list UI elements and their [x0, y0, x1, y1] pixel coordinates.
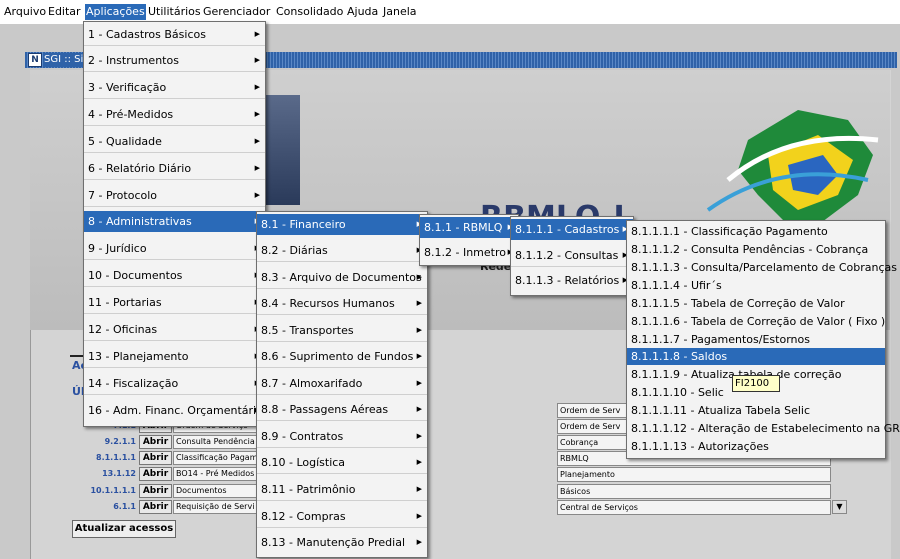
menu-item-cadastros[interactable]: 8.1.1.1 - Cadastros▶: [511, 219, 633, 240]
update-access-button[interactable]: Atualizar acessos: [72, 520, 176, 538]
menu-item[interactable]: 5 - Qualidade ▶: [84, 131, 265, 153]
menu-item[interactable]: 8.1.1.2 - Consultas▶: [511, 245, 633, 267]
window-title: SGI :: Si: [44, 53, 87, 67]
menu-item[interactable]: 10 - Documentos▶: [84, 265, 265, 287]
menu-utilitarios[interactable]: Utilitários: [147, 4, 202, 20]
menu-administrativas-submenu: 8.1 - Financeiro▶ 8.2 - Diárias▶ 8.3 - A…: [256, 211, 428, 558]
menu-item[interactable]: 8.3 - Arquivo de Documentos ▶: [257, 267, 427, 289]
chevron-right-icon: ▶: [254, 191, 260, 199]
menu-item[interactable]: 8.1.1.1.3 - Consulta/Parcelamento de Cob…: [627, 259, 897, 276]
row-name-field[interactable]: Documentos: [173, 484, 263, 498]
menu-item[interactable]: 14 - Fiscalização▶: [84, 373, 265, 395]
row-code: 13.1.12: [102, 469, 136, 478]
menu-item-rbmlq[interactable]: 8.1.1 - RBMLQ▶: [420, 217, 518, 238]
menu-item[interactable]: 16 - Adm. Financ. Orçamentária▶: [84, 400, 265, 421]
chevron-right-icon: ▶: [416, 405, 422, 413]
row-code: 6.1.1: [113, 502, 136, 511]
menu-item[interactable]: 8.9 - Contratos ▶: [257, 426, 427, 448]
menu-item-saldos[interactable]: 8.1.1.1.8 - Saldos: [627, 348, 885, 365]
chevron-right-icon: ▶: [416, 299, 422, 307]
menu-item[interactable]: 8.2 - Diárias▶: [257, 240, 427, 262]
menu-item[interactable]: 8.1.1.3 - Relatórios▶: [511, 270, 633, 291]
right-field[interactable]: Básicos: [557, 484, 831, 499]
open-button[interactable]: Abrir: [139, 467, 172, 481]
menu-editar[interactable]: Editar: [47, 4, 82, 20]
menu-item[interactable]: 8.4 - Recursos Humanos ▶: [257, 293, 427, 315]
right-field[interactable]: Central de Serviços: [557, 500, 831, 515]
menu-item[interactable]: 8.1.1.1.1 - Classificação Pagamento: [627, 223, 885, 240]
menu-aplicacoes-dropdown: 1 - Cadastros Básicos ▶ 2 - Instrumentos ▶…: [83, 21, 266, 427]
menu-janela[interactable]: Janela: [382, 4, 418, 20]
menu-item-financeiro[interactable]: 8.1 - Financeiro▶: [257, 214, 427, 235]
menu-item[interactable]: 8.10 - Logística ▶: [257, 452, 427, 474]
open-button[interactable]: Abrir: [139, 484, 172, 498]
brazil-map-logo: [706, 110, 879, 225]
menu-consolidado[interactable]: Consolidado: [275, 4, 344, 20]
open-button[interactable]: Abrir: [139, 500, 172, 514]
chevron-right-icon: ▶: [254, 56, 260, 64]
row-name-field[interactable]: Classificação Pagam: [173, 451, 263, 465]
menu-item[interactable]: 8.1.1.1.6 - Tabela de Correção de Valor …: [627, 313, 885, 330]
menu-item[interactable]: 8.11 - Patrimônio ▶: [257, 479, 427, 501]
menu-item-administrativas[interactable]: 8 - Administrativas▶: [84, 211, 265, 232]
menu-arquivo[interactable]: Arquivo: [3, 4, 47, 20]
row-code: 9.2.1.1: [104, 437, 136, 446]
menu-rbmlq-submenu: 8.1.1.1 - Cadastros▶ 8.1.1.2 - Consultas…: [510, 216, 634, 296]
menu-item[interactable]: 4 - Pré-Medidos ▶: [84, 104, 265, 126]
menu-item[interactable]: 12 - Oficinas▶: [84, 319, 265, 341]
tooltip: FI2100: [732, 375, 780, 392]
menu-item[interactable]: 8.7 - Almoxarifado ▶: [257, 373, 427, 395]
menu-item[interactable]: 1 - Cadastros Básicos ▶: [84, 24, 265, 46]
chevron-right-icon: ▶: [416, 485, 422, 493]
row-name-field[interactable]: BO14 - Pré Medidos: [173, 467, 263, 481]
right-field[interactable]: Planejamento: [557, 467, 831, 482]
menu-ajuda[interactable]: Ajuda: [346, 4, 379, 20]
app-icon: N: [28, 53, 42, 67]
chevron-right-icon: ▶: [254, 30, 260, 38]
menu-item[interactable]: 8.1.1.1.2 - Consulta Pendências - Cobran…: [627, 241, 885, 258]
menu-item[interactable]: 8.1.1.1.7 - Pagamentos/Estornos: [627, 331, 885, 348]
row-code: 10.1.1.1.1: [90, 486, 136, 495]
menu-item[interactable]: 8.13 - Manutenção Predial ▶: [257, 532, 427, 553]
menu-aplicacoes[interactable]: Aplicações: [85, 4, 146, 20]
chevron-right-icon: ▶: [416, 352, 422, 360]
menu-item[interactable]: 8.6 - Suprimento de Fundos ▶: [257, 346, 427, 368]
menu-financeiro-submenu: 8.1.1 - RBMLQ▶ 8.1.2 - Inmetro▶: [419, 214, 519, 266]
menu-gerenciador[interactable]: Gerenciador: [202, 4, 271, 20]
chevron-right-icon: ▶: [254, 83, 260, 91]
chevron-right-icon: ▶: [416, 379, 422, 387]
menu-item[interactable]: 8.5 - Transportes ▶: [257, 320, 427, 342]
row-name-field[interactable]: Requisição de Servi: [173, 500, 263, 514]
menu-item[interactable]: 6 - Relatório Diário ▶: [84, 158, 265, 180]
menu-item[interactable]: 8.8 - Passagens Aéreas ▶: [257, 399, 427, 421]
row-name-field[interactable]: Consulta Pendência: [173, 435, 263, 449]
open-button[interactable]: Abrir: [139, 451, 172, 465]
chevron-right-icon: ▶: [254, 164, 260, 172]
menu-item[interactable]: 8.12 - Compras ▶: [257, 506, 427, 528]
menu-cadastros-submenu: 8.1.1.1.1 - Classificação Pagamento 8.1.…: [626, 220, 900, 459]
menu-item[interactable]: 8.1.1.1.12 - Alteração de Estabeleciment…: [627, 420, 900, 437]
row-code: 8.1.1.1.1: [96, 453, 136, 462]
chevron-right-icon: ▶: [416, 432, 422, 440]
menu-item[interactable]: 3 - Verificação ▶: [84, 77, 265, 99]
menu-item[interactable]: 8.1.1.1.5 - Tabela de Correção de Valor: [627, 295, 885, 312]
chevron-right-icon: ▶: [254, 110, 260, 118]
menu-item[interactable]: 13 - Planejamento▶: [84, 346, 265, 368]
menu-item[interactable]: 11 - Portarias▶: [84, 292, 265, 314]
open-button[interactable]: Abrir: [139, 435, 172, 449]
scroll-down-icon[interactable]: ▼: [832, 500, 847, 514]
menu-item[interactable]: 8.1.1.1.13 - Autorizações: [627, 438, 885, 455]
menu-item[interactable]: 2 - Instrumentos ▶: [84, 50, 265, 72]
chevron-right-icon: ▶: [416, 326, 422, 334]
menu-item[interactable]: 8.1.1.1.11 - Atualiza Tabela Selic: [627, 402, 885, 419]
menu-item[interactable]: 8.1.1.1.4 - Ufir´s: [627, 277, 885, 294]
chevron-right-icon: ▶: [254, 137, 260, 145]
chevron-right-icon: ▶: [416, 273, 422, 281]
menu-item[interactable]: 9 - Jurídico▶: [84, 238, 265, 260]
chevron-right-icon: ▶: [416, 538, 422, 546]
menu-item[interactable]: 7 - Protocolo ▶: [84, 185, 265, 207]
chevron-right-icon: ▶: [416, 458, 422, 466]
menu-item[interactable]: 8.1.2 - Inmetro▶: [420, 242, 518, 263]
chevron-right-icon: ▶: [416, 512, 422, 520]
